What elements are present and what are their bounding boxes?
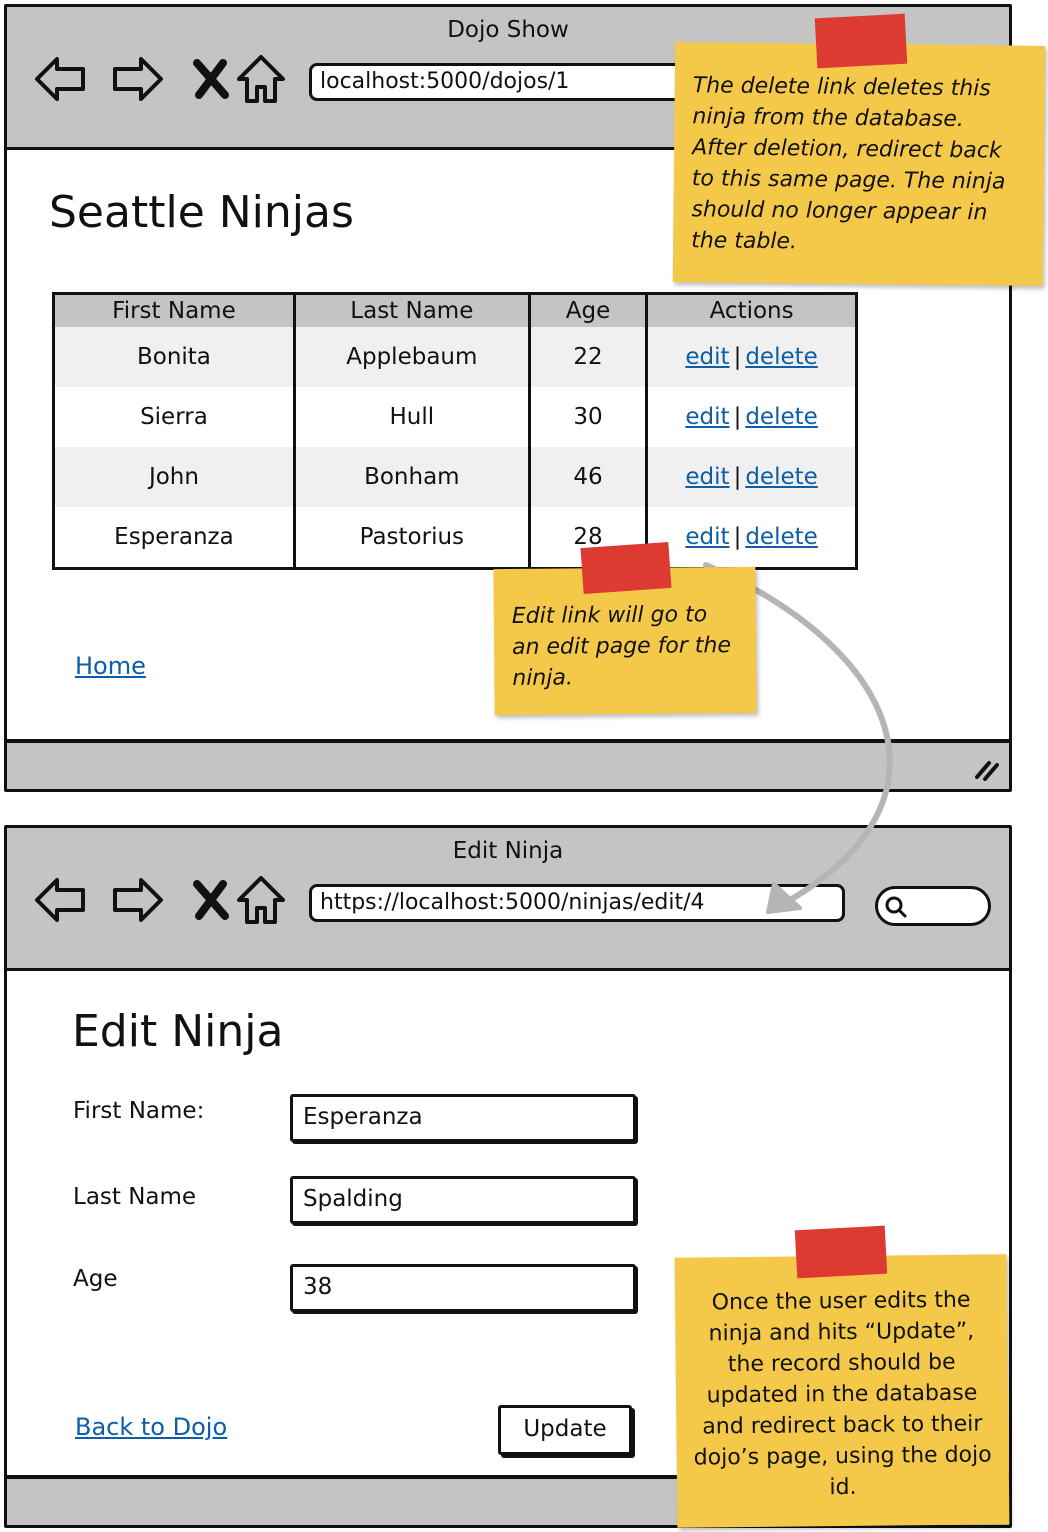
actions-cell: edit | delete — [645, 387, 857, 447]
first-name-input[interactable]: Esperanza — [290, 1094, 636, 1142]
home-link[interactable]: Home — [75, 652, 146, 680]
action-separator: | — [733, 464, 742, 490]
edit-link[interactable]: edit — [685, 464, 729, 490]
status-bar — [7, 739, 1009, 789]
column-header-last-name: Last Name — [292, 293, 530, 327]
actions-cell: edit | delete — [645, 507, 857, 569]
delete-note-text: The delete link deletes this ninja from … — [691, 73, 1006, 255]
last-name-input[interactable]: Spalding — [290, 1176, 636, 1224]
edit-link[interactable]: edit — [685, 524, 729, 550]
ninjas-table: First Name Last Name Age Actions Bonita … — [52, 292, 858, 570]
first-name-cell: John — [53, 447, 295, 507]
back-to-dojo-link[interactable]: Back to Dojo — [75, 1413, 227, 1441]
update-sticky-note: Once the user edits the ninja and hits “… — [674, 1254, 1010, 1528]
home-icon[interactable] — [233, 51, 289, 107]
column-header-actions: Actions — [645, 293, 857, 327]
update-button[interactable]: Update — [498, 1405, 632, 1455]
home-icon[interactable] — [233, 872, 289, 928]
edit-note-text: Edit link will go to an edit page for th… — [511, 602, 732, 691]
last-name-cell: Pastorius — [292, 507, 530, 569]
window-title: Edit Ninja — [452, 838, 564, 864]
search-box[interactable] — [875, 886, 991, 926]
last-name-cell: Hull — [292, 387, 530, 447]
edit-link[interactable]: edit — [685, 344, 729, 370]
update-note-text: Once the user edits the ninja and hits “… — [693, 1287, 992, 1501]
address-bar[interactable]: localhost:5000/dojos/1 — [309, 63, 709, 101]
table-row: Sierra Hull 30 edit | delete — [54, 387, 857, 447]
address-bar[interactable]: https://localhost:5000/ninjas/edit/4 — [309, 884, 845, 922]
stop-x-icon[interactable] — [183, 51, 239, 107]
title-bar: Edit Ninja https://localhost:5000/ninjas… — [7, 828, 1009, 971]
delete-link[interactable]: delete — [745, 524, 817, 550]
action-separator: | — [733, 404, 742, 430]
search-icon — [885, 896, 907, 918]
table-row: John Bonham 46 edit | delete — [53, 447, 857, 507]
last-name-cell: Applebaum — [292, 327, 530, 387]
tape — [580, 541, 672, 595]
stop-x-icon[interactable] — [183, 872, 239, 928]
edit-link[interactable]: edit — [685, 404, 729, 430]
action-separator: | — [733, 344, 742, 370]
delete-link[interactable]: delete — [745, 404, 817, 430]
first-name-cell: Esperanza — [114, 524, 234, 550]
first-name-label: First Name: — [73, 1098, 205, 1124]
forward-arrow-icon[interactable] — [109, 51, 165, 107]
table-row: Bonita Applebaum 22 edit | delete — [53, 327, 857, 387]
delete-link[interactable]: delete — [745, 344, 817, 370]
age-label: Age — [73, 1266, 118, 1292]
action-separator: | — [733, 524, 742, 550]
actions-cell: edit | delete — [645, 447, 857, 507]
back-arrow-icon[interactable] — [33, 872, 89, 928]
page-title: Edit Ninja — [72, 1006, 284, 1057]
age-cell: 30 — [527, 387, 647, 447]
column-header-first-name: First Name — [53, 293, 295, 327]
table-row: Esperanza Pastorius 28 edit | delete — [54, 507, 857, 569]
age-cell: 46 — [527, 447, 647, 507]
last-name-cell: Bonham — [292, 447, 530, 507]
resize-grip-icon[interactable] — [973, 757, 1001, 781]
first-name-cell: Bonita — [53, 327, 295, 387]
tape — [794, 1225, 888, 1279]
first-name-cell: Sierra — [140, 404, 208, 430]
actions-cell: edit | delete — [645, 327, 857, 387]
age-cell: 22 — [527, 327, 647, 387]
delete-sticky-note: The delete link deletes this ninja from … — [672, 42, 1046, 286]
table-header-row: First Name Last Name Age Actions — [53, 293, 857, 327]
back-arrow-icon[interactable] — [33, 51, 89, 107]
column-header-age: Age — [527, 293, 647, 327]
forward-arrow-icon[interactable] — [109, 872, 165, 928]
last-name-label: Last Name — [73, 1184, 197, 1210]
tape — [814, 13, 908, 69]
delete-link[interactable]: delete — [745, 464, 817, 490]
age-input[interactable]: 38 — [290, 1264, 636, 1312]
